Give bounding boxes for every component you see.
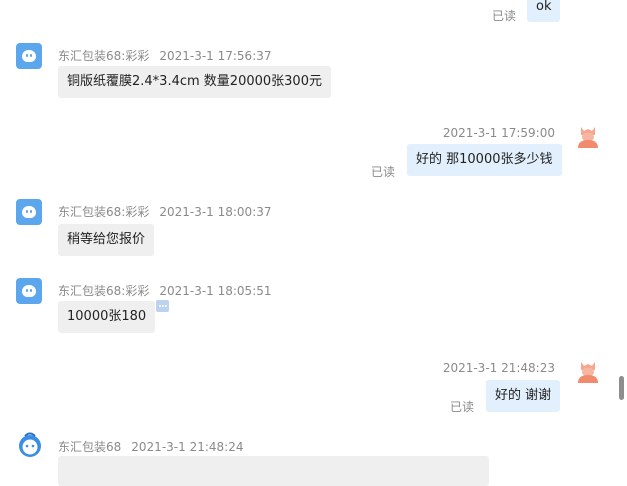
user-avatar-icon[interactable] <box>576 124 600 148</box>
message-meta: 东汇包装68:彩彩 2021-3-1 18:00:37 <box>58 203 272 220</box>
message-time: 2021-3-1 21:48:24 <box>131 440 244 454</box>
message-bubble-outgoing[interactable]: ok <box>527 0 561 22</box>
message-bubble-incoming[interactable]: 稍等给您报价 <box>58 224 155 256</box>
message-time: 2021-3-1 18:05:51 <box>159 284 272 298</box>
message-meta: 东汇包装68:彩彩 2021-3-1 17:56:37 <box>58 47 272 64</box>
message-meta: 东汇包装68:彩彩 2021-3-1 18:05:51 <box>58 282 272 299</box>
message-meta: 东汇包装68 2021-3-1 21:48:24 <box>58 438 243 455</box>
message-bubble-incoming[interactable]: 铜版纸覆膜2.4*3.4cm 数量20000张300元 <box>58 66 331 98</box>
sender-name: 东汇包装68 <box>58 440 122 454</box>
sender-name: 东汇包装68:彩彩 <box>58 284 150 298</box>
read-receipt: 已读 <box>492 9 517 23</box>
shop-avatar-icon[interactable] <box>16 278 42 304</box>
message-bubble-outgoing[interactable]: 好的 那10000张多少钱 <box>407 144 562 176</box>
scrollbar-thumb[interactable] <box>619 376 624 400</box>
sender-name: 东汇包装68:彩彩 <box>58 205 150 219</box>
shop-avatar-icon[interactable] <box>16 43 42 69</box>
message-bubble-outgoing[interactable]: 好的 谢谢 <box>486 380 561 412</box>
read-receipt: 已读 <box>371 165 396 179</box>
message-bubble-incoming-partial[interactable] <box>58 456 489 486</box>
message-time: 2021-3-1 21:48:23 <box>442 361 555 375</box>
shop-avatar-icon[interactable] <box>16 199 42 225</box>
message-bubble-incoming[interactable]: 10000张180 <box>58 301 156 333</box>
read-receipt: 已读 <box>450 400 475 414</box>
sender-name: 东汇包装68:彩彩 <box>58 49 150 63</box>
message-time: 2021-3-1 18:00:37 <box>159 205 272 219</box>
chat-scrollbar[interactable] <box>619 0 627 471</box>
message-time: 2021-3-1 17:56:37 <box>159 49 272 63</box>
user-avatar-icon[interactable] <box>576 359 600 383</box>
chat-history: 已读 ok 东汇包装68:彩彩 2021-3-1 17:56:37 铜版纸覆膜2.… <box>0 0 627 486</box>
droplet-avatar-icon[interactable] <box>17 432 43 458</box>
message-time: 2021-3-1 17:59:00 <box>442 126 555 140</box>
more-options-icon[interactable] <box>156 300 169 312</box>
